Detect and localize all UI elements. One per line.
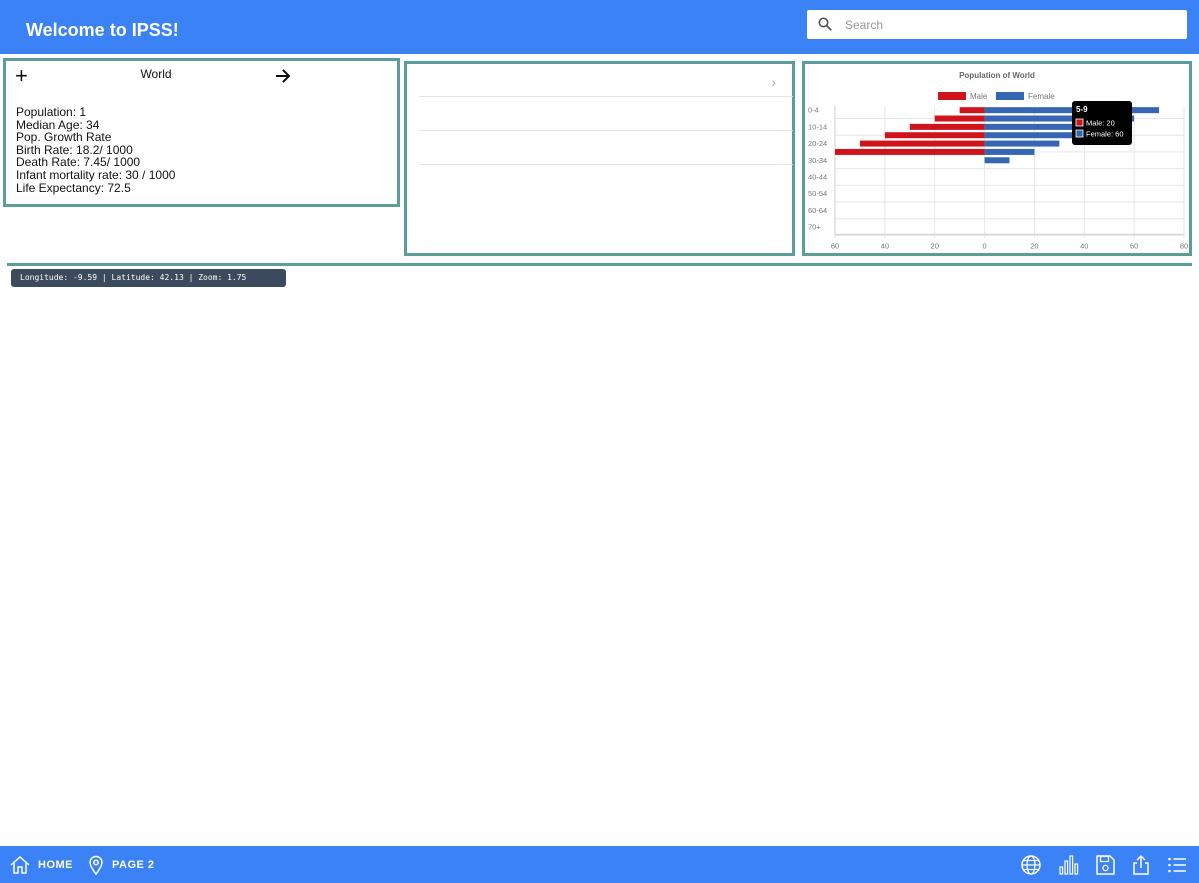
list-panel: › <box>404 61 795 256</box>
x-tick-label: 40 <box>881 241 889 250</box>
legend-swatch <box>938 92 966 100</box>
legend-label: Male <box>970 92 988 101</box>
app-header: Welcome to IPSS! <box>0 0 1199 54</box>
region-title: World <box>140 67 172 81</box>
nav-home-label: HOME <box>38 858 73 871</box>
nav-home[interactable]: HOME <box>10 846 73 883</box>
x-tick-label: 60 <box>831 241 839 250</box>
save-icon[interactable] <box>1094 854 1116 876</box>
app-title: Welcome to IPSS! <box>26 20 179 40</box>
x-tick-label: 80 <box>1180 241 1188 250</box>
tooltip-female: Female: 60 <box>1086 130 1124 139</box>
nav-page-2-label: PAGE 2 <box>112 858 155 871</box>
y-tick-label: 50-54 <box>808 189 827 198</box>
arrow-right-icon[interactable] <box>274 67 292 85</box>
tooltip-swatch-female <box>1075 129 1084 138</box>
y-tick-label: 10-14 <box>808 122 827 131</box>
globe-icon[interactable] <box>1020 854 1042 876</box>
y-tick-label: 40-44 <box>808 172 827 181</box>
list-icon[interactable] <box>1166 854 1188 876</box>
bar-female <box>984 132 1085 139</box>
region-info-panel: + World Population: 1 Median Age: 34 Pop… <box>3 58 400 207</box>
bar-female <box>984 157 1010 164</box>
stat-infant-mortality: Infant mortality rate: 30 / 1000 <box>16 167 176 182</box>
y-tick-label: 0-4 <box>808 106 819 115</box>
home-icon <box>10 855 30 874</box>
share-icon[interactable] <box>1130 854 1152 876</box>
bar-male <box>859 140 985 147</box>
tooltip-male: Male: 20 <box>1086 119 1115 128</box>
stat-population: Population: 1 <box>16 105 87 119</box>
tooltip-swatch-male <box>1075 118 1084 127</box>
list-divider <box>419 96 793 97</box>
x-tick-label: 40 <box>1080 241 1088 250</box>
list-divider <box>419 164 793 165</box>
bar-male <box>909 123 985 130</box>
bar-female <box>984 140 1060 147</box>
map-divider <box>7 263 1192 266</box>
app-footer: HOME PAGE 2 <box>0 846 1199 883</box>
bar-female <box>984 107 1160 114</box>
y-tick-label: 70+ <box>808 223 821 232</box>
x-tick-label: 20 <box>1030 241 1038 250</box>
population-pyramid-chart[interactable]: Population of World Male Female 60 40 20 0 20 40… <box>805 64 1189 253</box>
search-input[interactable] <box>843 14 1177 36</box>
y-tick-label: 20-24 <box>808 139 827 148</box>
bar-female <box>984 148 1035 155</box>
chevron-right-icon[interactable]: › <box>771 74 776 90</box>
location-pin-icon <box>89 855 103 875</box>
chart-panel: Population of World Male Female 60 40 20 0 20 40… <box>802 61 1192 256</box>
bar-male <box>959 107 985 114</box>
y-tick-label: 30-34 <box>808 156 827 165</box>
y-tick-label: 60-64 <box>808 206 827 215</box>
bar-male <box>884 132 985 139</box>
map-coordinates-readout: Longitude: -9.59 | Latitude: 42.13 | Zoo… <box>11 269 286 287</box>
x-tick-label: 20 <box>931 241 939 250</box>
x-tick-label: 0 <box>982 241 986 250</box>
stat-growth-rate: Pop. Growth Rate <box>16 130 112 145</box>
legend-swatch <box>996 92 1024 100</box>
nav-page-2[interactable]: PAGE 2 <box>88 846 155 883</box>
chart-title: Population of World <box>959 71 1035 80</box>
list-divider <box>419 130 793 131</box>
search-box[interactable] <box>807 10 1187 39</box>
legend-label: Female <box>1028 92 1055 101</box>
bar-male <box>934 115 985 122</box>
bar-male <box>835 148 985 155</box>
x-tick-label: 60 <box>1130 241 1138 250</box>
bar-chart-icon[interactable] <box>1058 854 1080 876</box>
search-icon <box>818 17 832 31</box>
stat-life-expectancy: Life Expectancy: 72.5 <box>16 180 131 195</box>
tooltip-title: 5-9 <box>1076 105 1088 114</box>
region-stats: Population: 1 Median Age: 34 Pop. Growth… <box>16 106 175 194</box>
